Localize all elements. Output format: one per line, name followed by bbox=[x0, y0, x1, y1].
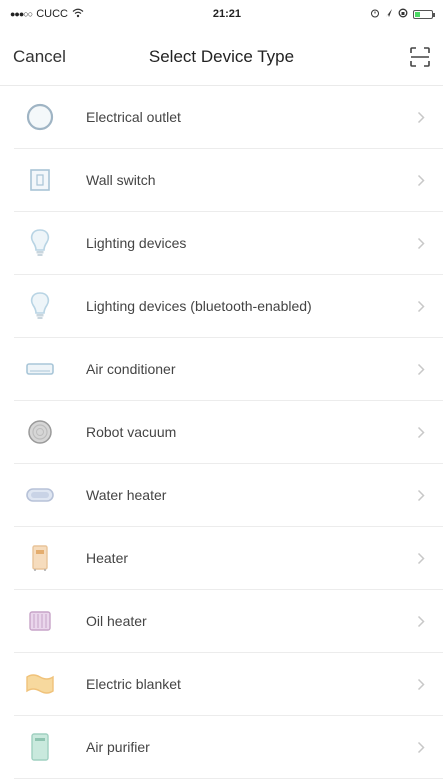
chevron-right-icon bbox=[413, 298, 429, 314]
water-heater-icon bbox=[22, 477, 58, 513]
chevron-right-icon bbox=[413, 424, 429, 440]
air-conditioner-icon bbox=[22, 351, 58, 387]
cancel-button[interactable]: Cancel bbox=[13, 47, 66, 67]
lock-rotation-icon bbox=[398, 8, 408, 21]
status-time: 21:21 bbox=[212, 8, 242, 20]
bluetooth-bulb-icon bbox=[22, 288, 58, 324]
nav-bar: Cancel Select Device Type bbox=[0, 28, 443, 86]
heater-icon bbox=[22, 540, 58, 576]
device-row[interactable]: Electrical outlet bbox=[14, 86, 443, 149]
device-label: Wall switch bbox=[86, 172, 156, 188]
battery-icon bbox=[412, 9, 435, 19]
scan-icon[interactable] bbox=[409, 46, 431, 68]
device-label: Air purifier bbox=[86, 739, 150, 755]
device-row[interactable]: Oil heater bbox=[14, 590, 443, 653]
chevron-right-icon bbox=[413, 361, 429, 377]
device-label: Robot vacuum bbox=[86, 424, 177, 440]
device-label: Lighting devices (bluetooth-enabled) bbox=[86, 298, 312, 314]
device-row[interactable]: Robot vacuum bbox=[14, 401, 443, 464]
carrier-label: CUCC bbox=[36, 8, 68, 20]
chevron-right-icon bbox=[413, 487, 429, 503]
wifi-icon bbox=[72, 8, 84, 21]
device-row[interactable]: Heater bbox=[14, 527, 443, 590]
signal-dots-icon: ●●●○○ bbox=[10, 9, 33, 19]
outlet-icon bbox=[22, 99, 58, 135]
oil-heater-icon bbox=[22, 603, 58, 639]
electric-blanket-icon bbox=[22, 666, 58, 702]
device-row[interactable]: Water heater bbox=[14, 464, 443, 527]
device-label: Heater bbox=[86, 550, 129, 566]
device-label: Electric blanket bbox=[86, 676, 181, 692]
chevron-right-icon bbox=[413, 613, 429, 629]
status-right bbox=[370, 8, 435, 21]
location-icon bbox=[385, 8, 393, 21]
chevron-right-icon bbox=[413, 172, 429, 188]
chevron-right-icon bbox=[413, 676, 429, 692]
robot-vacuum-icon bbox=[22, 414, 58, 450]
device-label: Oil heater bbox=[86, 613, 147, 629]
device-label: Electrical outlet bbox=[86, 109, 181, 125]
chevron-right-icon bbox=[413, 550, 429, 566]
device-row[interactable]: Lighting devices bbox=[14, 212, 443, 275]
device-label: Water heater bbox=[86, 487, 167, 503]
device-row[interactable]: Wall switch bbox=[14, 149, 443, 212]
air-purifier-icon bbox=[22, 729, 58, 765]
battery-level bbox=[414, 11, 420, 17]
chevron-right-icon bbox=[413, 235, 429, 251]
chevron-right-icon bbox=[413, 109, 429, 125]
alarm-icon bbox=[370, 8, 380, 21]
chevron-right-icon bbox=[413, 739, 429, 755]
device-label: Air conditioner bbox=[86, 361, 176, 377]
wall-switch-icon bbox=[22, 162, 58, 198]
device-row[interactable]: Air purifier bbox=[14, 716, 443, 779]
device-row[interactable]: Electric blanket bbox=[14, 653, 443, 716]
status-bar: ●●●○○ CUCC 21:21 bbox=[0, 0, 443, 28]
device-list: Electrical outlet Wall switch Lighting dev… bbox=[0, 86, 443, 779]
device-row[interactable]: Lighting devices (bluetooth-enabled) bbox=[14, 275, 443, 338]
device-row[interactable]: Air conditioner bbox=[14, 338, 443, 401]
device-label: Lighting devices bbox=[86, 235, 187, 251]
bulb-icon bbox=[22, 225, 58, 261]
status-left: ●●●○○ CUCC bbox=[10, 8, 84, 21]
page-title: Select Device Type bbox=[148, 46, 295, 66]
